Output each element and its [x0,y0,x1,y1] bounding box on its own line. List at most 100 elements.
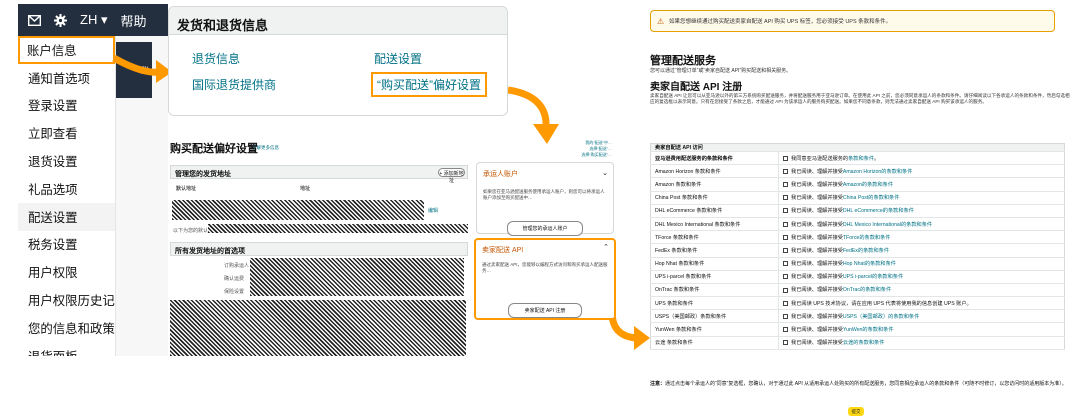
agreement-cell: 我已阅读、理解并接受YunWen的条款和条件 [778,322,1065,337]
gear-icon[interactable] [54,13,67,27]
api-registration-description: 卖家自配送 API 让您可以从亚马逊以外的第三方系统购买配送服务，并将配送服务用… [650,93,1070,104]
agreement-cell: 我已阅读、理解并接受China Post的条款和条件 [778,191,1065,205]
learn-more-link[interactable]: 了解更多信息 [252,145,279,151]
redacted-preferences [250,258,464,296]
chevron-down-icon: ▾ [100,12,108,27]
terms-link[interactable]: DHL Mexico International [843,222,901,228]
menu-item-your-info-policies[interactable]: 您的信息和政策 [18,314,115,342]
menu-item-login-settings[interactable]: 登录设置 [18,92,115,120]
section-title: 管理配送服务 [650,55,716,67]
card-title: 卖家配送 API [482,247,524,254]
menu-item-permission-history[interactable]: 用户权限历史记录 [18,286,115,314]
terms-link[interactable]: TForce [843,235,859,241]
agree-checkbox[interactable] [783,208,788,214]
shipping-settings-link[interactable]: 配送设置 [374,50,422,67]
submit-button[interactable]: 提交 [848,407,864,416]
terms-link[interactable]: 的条款和条件 [853,340,884,346]
terms-link[interactable]: 的条款和条件 [901,222,932,228]
agree-checkbox[interactable] [783,340,788,346]
agree-checkbox[interactable] [783,261,788,267]
terms-link[interactable]: 的条款和条件 [862,327,893,333]
intl-return-provider-link[interactable]: 国际退货提供商 [192,76,276,93]
agree-checkbox[interactable] [783,248,788,254]
terms-link[interactable]: Hop Nhat [843,261,865,267]
agreement-cell: 我同意亚马逊配送服务的条款和条件。 [778,151,1065,166]
collapse-icon[interactable]: ⌃ [603,243,609,251]
agree-checkbox[interactable] [783,195,788,201]
terms-link[interactable]: 的条款和条件 [858,248,889,254]
card-text: 通过卖家配送 API，您能够以编程方式访问和购买承运人配送服务… [482,262,608,273]
terms-link[interactable]: 的条款和条件 [862,182,893,188]
arrow-icon [507,86,559,144]
menu-item-user-permissions[interactable]: 用户权限 [18,258,115,286]
terms-link[interactable]: OnTrac [843,287,860,293]
agreement-cell: 我已阅读、理解并接受TForce的条款和条件 [778,230,1065,245]
pref-label: 保险设置 [224,289,245,295]
quick-link[interactable]: 选择“购买配送”… [580,152,612,158]
terms-link[interactable]: 的条款和条件 [888,314,919,320]
agree-checkbox[interactable] [783,182,788,188]
menu-item-account-info[interactable]: 账户信息 [18,36,115,64]
terms-link[interactable]: 的条款和条件 [859,235,890,241]
agree-text: 我已阅读 UPS 技术协议，请在应用 UPS 代表将使用我的信息创建 UPS 账… [791,300,972,307]
terms-link[interactable]: USPS（美国邮政） [843,314,888,320]
terms-link[interactable]: FedEx [843,248,858,254]
add-address-button[interactable]: + 添加新地址 [438,168,465,184]
agree-text: 我已阅读、理解并接受 [791,195,843,202]
terms-link[interactable]: 的条款和条件 [865,261,896,267]
menu-item-shipping-settings[interactable]: 配送设置 [18,202,115,231]
agree-checkbox[interactable] [783,300,788,306]
agree-text: 我已阅读、理解并接受 [791,168,843,175]
mail-icon[interactable] [28,14,41,26]
collapse-icon[interactable]: ⌄ [602,169,608,177]
address-section-header: 管理您的发货地址 [170,165,468,179]
agree-checkbox[interactable] [783,221,788,227]
return-info-link[interactable]: 退货信息 [192,50,240,67]
terms-link[interactable]: Amazon Horizon [843,169,881,175]
menu-item-tax-settings[interactable]: 税务设置 [18,231,115,259]
agree-checkbox[interactable] [783,234,788,240]
agree-checkbox[interactable] [783,327,788,333]
terms-link[interactable]: 的条款和条件 [860,287,891,293]
agree-checkbox[interactable] [783,287,788,293]
menu-item-notifications[interactable]: 通知首选项 [18,64,115,92]
menu-item-view-now[interactable]: 立即查看 [18,119,115,147]
agreement-cell: 我已阅读、理解并接受UPS i-parcel的条款和条件 [778,270,1065,284]
language-selector[interactable]: ZH ▾ [80,12,108,28]
terms-link[interactable]: 的条款和条件 [872,274,903,280]
carrier-account-card: 承运人账户 ⌄ 如果您在亚马逊配送服务使用承运人账户，则您可以将承运人账户添加至… [476,162,614,236]
terms-link[interactable]: 条款和条件 [848,156,874,162]
redacted-preferences [170,300,466,356]
terms-link[interactable]: 的条款和条件 [868,195,899,201]
buy-shipping-preferences-link[interactable]: “购买配送”偏好设置 [371,72,487,97]
terms-link[interactable]: 的条款和条件 [883,208,914,214]
terms-link[interactable]: 的条款和条件 [881,169,912,175]
terms-link[interactable]: Amazon [843,182,862,188]
carrier-name: Amazon 条款和条件 [650,177,779,192]
agree-checkbox[interactable] [783,313,788,319]
agree-checkbox[interactable] [783,168,788,174]
edit-link[interactable]: 编辑 [428,207,438,214]
menu-item-returns-panel[interactable]: 退货面板 [18,342,115,356]
agree-checkbox[interactable] [783,274,788,280]
pref-label: 确认运费 [224,276,245,282]
card-text: 如果您在亚马逊配送服务使用承运人账户，则您可以将承运人账户添加至购买配送中… [483,189,605,200]
terms-link[interactable]: YunWen [843,327,863,333]
terms-link[interactable]: UPS i-parcel [843,274,872,280]
carrier-name: FedEx 条款和条件 [650,243,779,258]
terms-link[interactable]: 云途 [843,340,853,346]
menu-item-gift-options[interactable]: 礼品选项 [18,175,115,203]
help-link[interactable]: 帮助 [121,11,147,30]
carrier-name: Hop Nhat 条款和条件 [650,257,779,271]
manage-carrier-accounts-button[interactable]: 管理您的承运人账户 [507,221,583,236]
note-label: 注意： [650,381,666,387]
carrier-rows: Amazon Horizon 条款和条件 我已阅读、理解并接受Amazon Hor… [650,164,1065,350]
menu-item-return-settings[interactable]: 退货设置 [18,147,115,175]
terms-link[interactable]: DHL eCommerce [843,208,883,214]
agree-checkbox[interactable] [783,155,788,161]
top-nav-bar: ZH ▾ 帮助 [18,4,168,36]
settings-dropdown-menu: 账户信息 通知首选项 登录设置 立即查看 退货设置 礼品选项 配送设置 税务设置… [18,36,116,356]
terms-link[interactable]: China Post [843,195,868,201]
agree-text: 我已阅读、理解并接受 [791,327,843,334]
api-register-button[interactable]: 卖家配送 API 注册 [508,303,582,318]
